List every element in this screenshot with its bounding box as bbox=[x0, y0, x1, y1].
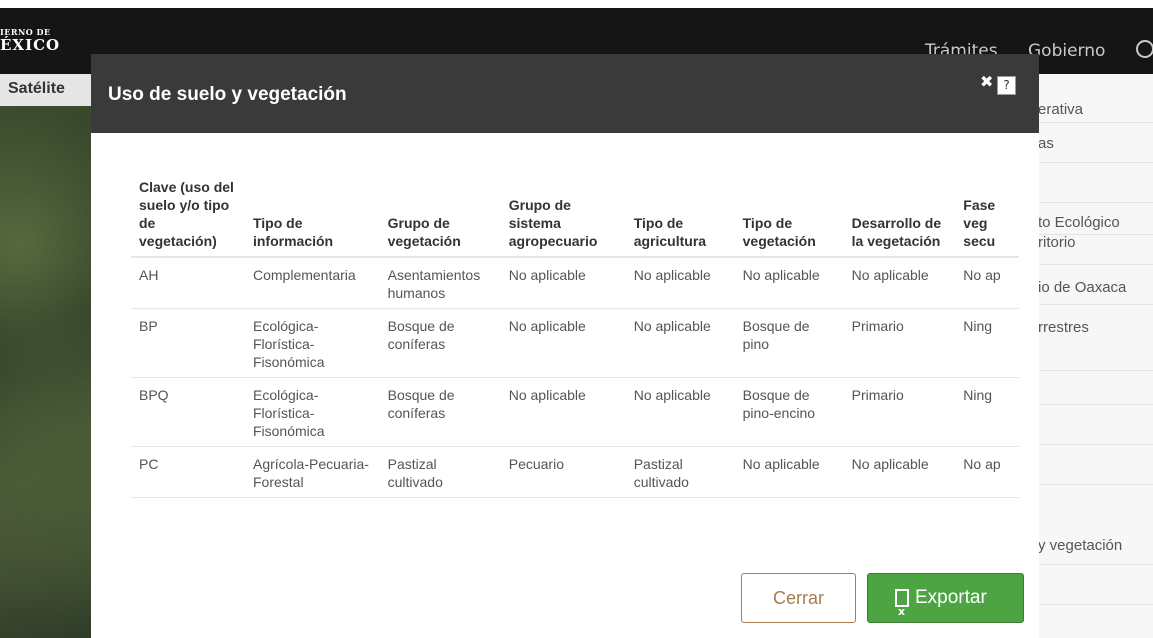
table-cell: No ap bbox=[955, 257, 1019, 309]
column-header: Grupo de vegetación bbox=[379, 174, 501, 258]
side-item-3[interactable] bbox=[1038, 162, 1153, 203]
logo-line1: IERNO DE bbox=[0, 27, 51, 37]
table-row: BP Ecológica-Florística-Fisonómica Bosqu… bbox=[131, 308, 1019, 378]
table-cell: Bosque de pino-encino bbox=[734, 377, 844, 447]
table-cell: PC bbox=[131, 446, 245, 498]
table-cell: No aplicable bbox=[500, 308, 626, 378]
map-tab-satellite[interactable]: Satélite bbox=[0, 74, 92, 106]
table-cell: Complementaria bbox=[244, 257, 380, 309]
gobierno-logo[interactable]: IERNO DE ÉXICO bbox=[0, 28, 60, 53]
help-icon[interactable]: ? bbox=[997, 76, 1016, 95]
search-icon[interactable] bbox=[1136, 40, 1153, 58]
nav-link-gobierno[interactable]: Gobierno bbox=[1028, 41, 1105, 61]
table-cell: Primario bbox=[843, 308, 956, 378]
table-cell: Ning bbox=[955, 377, 1019, 447]
table-viewport: Clave (uso del suelo y/o tipo de vegetac… bbox=[109, 134, 1019, 539]
side-item-12[interactable] bbox=[1038, 564, 1153, 605]
table-cell: No aplicable bbox=[843, 257, 956, 309]
column-header: Clave (uso del suelo y/o tipo de vegetac… bbox=[131, 174, 245, 258]
table-cell: Pecuario bbox=[500, 446, 626, 498]
table-cell: Primario bbox=[843, 377, 956, 447]
table-row: AH Complementaria Asentamientos humanos … bbox=[131, 257, 1019, 309]
modal-title: Uso de suelo y vegetación bbox=[108, 84, 347, 105]
side-item-1[interactable]: erativa bbox=[1038, 88, 1153, 123]
logo-line2: ÉXICO bbox=[0, 36, 61, 54]
table-cell: Pastizal cultivado bbox=[625, 446, 735, 498]
side-item-10[interactable] bbox=[1038, 444, 1153, 485]
table-cell: Ecológica-Florística-Fisonómica bbox=[244, 377, 380, 447]
table-scroll-area[interactable]: Clave (uso del suelo y/o tipo de vegetac… bbox=[109, 134, 1019, 557]
table-cell: No aplicable bbox=[625, 257, 735, 309]
table-cell: Bosque de pino bbox=[734, 308, 844, 378]
land-use-modal: Uso de suelo y vegetación ✖ ? Clave (uso… bbox=[91, 54, 1039, 638]
excel-file-icon: x bbox=[895, 589, 909, 618]
column-header: Tipo de agricultura bbox=[625, 174, 735, 258]
table-cell: BPQ bbox=[131, 377, 245, 447]
table-cell: Ning bbox=[955, 308, 1019, 378]
column-header: Tipo de información bbox=[244, 174, 380, 258]
column-header: Desarrollo de la vegetación bbox=[843, 174, 956, 258]
map-tab-label: Satélite bbox=[8, 80, 65, 97]
table-cell: No aplicable bbox=[734, 446, 844, 498]
table-cell: Asentamientos humanos bbox=[379, 257, 501, 309]
table-cell: No aplicable bbox=[500, 377, 626, 447]
table-header-row: Clave (uso del suelo y/o tipo de vegetac… bbox=[131, 174, 1019, 258]
table-row: BPQ Ecológica-Florística-Fisonómica Bosq… bbox=[131, 377, 1019, 447]
table-cell: AH bbox=[131, 257, 245, 309]
layer-side-panel: erativa as to Ecológico ritorio io de Oa… bbox=[1038, 74, 1153, 638]
table-row: PC Agrícola-Pecuaria-Forestal Pastizal c… bbox=[131, 446, 1019, 498]
table-cell: No ap bbox=[955, 446, 1019, 498]
close-button[interactable]: Cerrar bbox=[741, 573, 856, 623]
attribute-table: Clave (uso del suelo y/o tipo de vegetac… bbox=[131, 174, 1019, 498]
side-item-2[interactable]: as bbox=[1038, 122, 1153, 163]
table-cell: Agrícola-Pecuaria-Forestal bbox=[244, 446, 380, 498]
side-item-9[interactable] bbox=[1038, 404, 1153, 445]
close-icon[interactable]: ✖ bbox=[980, 72, 993, 91]
column-header: Grupo de sistema agropecuario bbox=[500, 174, 626, 258]
side-item-8[interactable] bbox=[1038, 370, 1153, 405]
side-item-5[interactable]: ritorio bbox=[1038, 234, 1153, 265]
column-header: Tipo de vegetación bbox=[734, 174, 844, 258]
table-cell: Pastizal cultivado bbox=[379, 446, 501, 498]
side-item-11[interactable]: y vegetación bbox=[1038, 524, 1153, 565]
satellite-map[interactable] bbox=[0, 74, 92, 638]
table-cell: Ecológica-Florística-Fisonómica bbox=[244, 308, 380, 378]
table-cell: No aplicable bbox=[500, 257, 626, 309]
side-item-4[interactable]: to Ecológico bbox=[1038, 214, 1153, 235]
side-item-6[interactable]: io de Oaxaca bbox=[1038, 264, 1153, 305]
table-cell: BP bbox=[131, 308, 245, 378]
table-cell: No aplicable bbox=[734, 257, 844, 309]
export-button-label: Exportar bbox=[915, 587, 987, 608]
modal-header: Uso de suelo y vegetación ✖ ? bbox=[91, 54, 1039, 133]
table-cell: No aplicable bbox=[625, 308, 735, 378]
side-item-7[interactable]: rrestres bbox=[1038, 304, 1153, 371]
table-cell: Bosque de coníferas bbox=[379, 377, 501, 447]
table-cell: No aplicable bbox=[625, 377, 735, 447]
table-cell: No aplicable bbox=[843, 446, 956, 498]
table-cell: Bosque de coníferas bbox=[379, 308, 501, 378]
column-header: Fase veg secu bbox=[955, 174, 1019, 258]
export-button[interactable]: x Exportar bbox=[867, 573, 1024, 623]
